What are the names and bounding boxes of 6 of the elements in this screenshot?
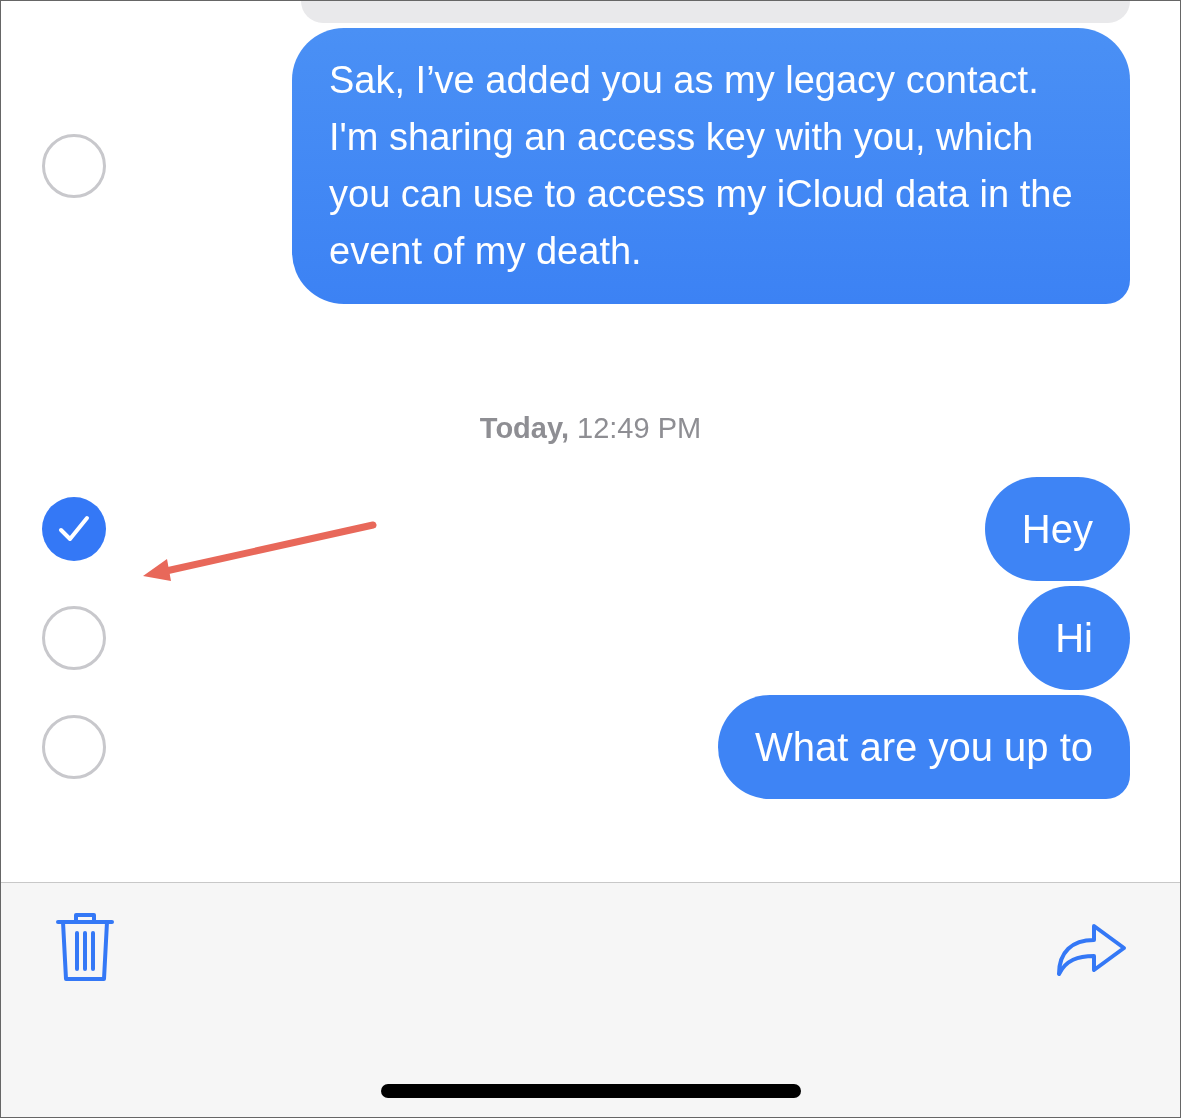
message-bubble: Hi bbox=[1018, 586, 1130, 690]
message-bubble: Hey bbox=[984, 477, 1130, 581]
timestamp: Today, 12:49 PM bbox=[478, 412, 703, 445]
message-bubble: Sak, I’ve added you as my legacy contact. I'm sharing an access key with you, which you can use to access my iCloud data in the event of my death. bbox=[292, 28, 1130, 304]
trash-icon[interactable] bbox=[54, 911, 116, 983]
message-bubble: What are you up to bbox=[718, 695, 1130, 799]
